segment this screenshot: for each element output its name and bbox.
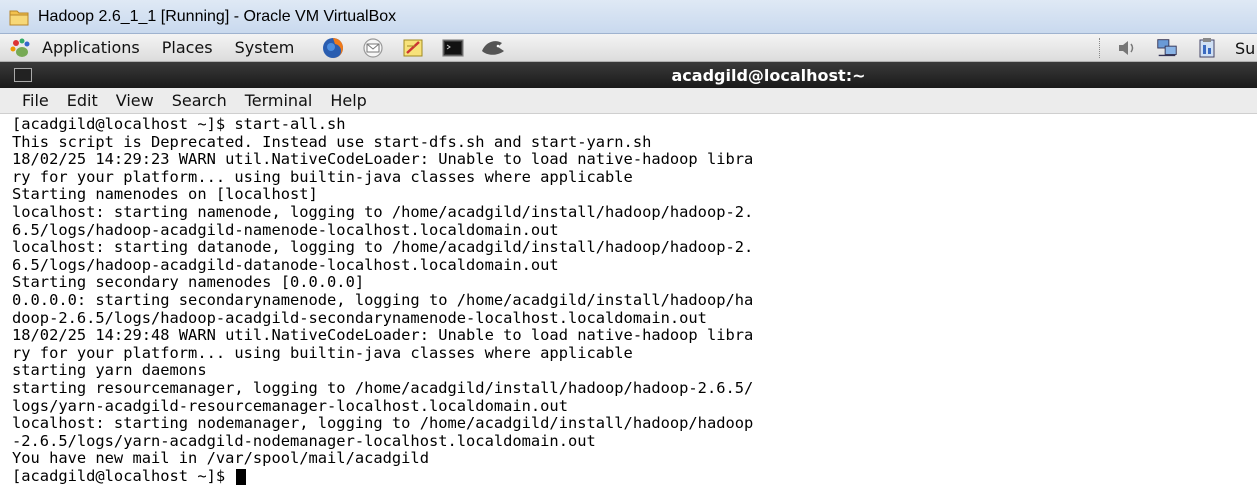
network-icon[interactable] bbox=[1155, 37, 1179, 59]
terminal-cursor bbox=[236, 468, 247, 485]
terminal-line: ry for your platform... using builtin-ja… bbox=[12, 343, 633, 362]
text-editor-icon[interactable] bbox=[400, 36, 426, 60]
terminal-line: localhost: starting datanode, logging to… bbox=[12, 238, 754, 257]
fish-icon[interactable] bbox=[480, 36, 506, 60]
terminal-line: doop-2.6.5/logs/hadoop-acadgild-secondar… bbox=[12, 308, 707, 327]
terminal-icon[interactable] bbox=[440, 36, 466, 60]
terminal-line: [acadgild@localhost ~]$ start-all.sh bbox=[12, 115, 346, 133]
terminal-prompt: [acadgild@localhost ~]$ bbox=[12, 466, 235, 485]
menu-terminal[interactable]: Terminal bbox=[245, 91, 313, 110]
vbox-window-titlebar[interactable]: Hadoop 2.6_1_1 [Running] - Oracle VM Vir… bbox=[0, 0, 1257, 34]
vbox-window-title: Hadoop 2.6_1_1 [Running] - Oracle VM Vir… bbox=[38, 7, 397, 25]
panel-launchers bbox=[320, 36, 520, 60]
panel-menu: Applications Places System bbox=[8, 34, 316, 62]
terminal-line: -2.6.5/logs/yarn-acadgild-nodemanager-lo… bbox=[12, 431, 596, 450]
clipboard-icon[interactable] bbox=[1195, 37, 1219, 59]
terminal-prompt-line[interactable]: [acadgild@localhost ~]$ bbox=[12, 466, 1257, 486]
terminal-line: This script is Deprecated. Instead use s… bbox=[12, 132, 652, 151]
gnome-top-panel: Applications Places System Su bbox=[0, 34, 1257, 62]
panel-clock[interactable]: Su bbox=[1235, 39, 1257, 58]
terminal-line: Starting namenodes on [localhost] bbox=[12, 185, 318, 204]
terminal-menubar: File Edit View Search Terminal Help bbox=[0, 88, 1257, 114]
system-tray: Su bbox=[1099, 34, 1257, 62]
terminal-line: 18/02/25 14:29:48 WARN util.NativeCodeLo… bbox=[12, 326, 754, 345]
terminal-titlebar[interactable]: acadgild@localhost:~ bbox=[0, 62, 1257, 88]
terminal-line: 18/02/25 14:29:23 WARN util.NativeCodeLo… bbox=[12, 150, 754, 169]
folder-icon bbox=[9, 10, 29, 25]
terminal-line: ry for your platform... using builtin-ja… bbox=[12, 167, 633, 186]
terminal-line: You have new mail in /var/spool/mail/aca… bbox=[12, 449, 429, 468]
terminal-line: 6.5/logs/hadoop-acadgild-datanode-localh… bbox=[12, 255, 559, 274]
terminal-line: starting yarn daemons bbox=[12, 361, 207, 380]
terminal-line: starting resourcemanager, logging to /ho… bbox=[12, 378, 754, 397]
terminal-title: acadgild@localhost:~ bbox=[671, 65, 866, 85]
menu-system[interactable]: System bbox=[235, 38, 295, 57]
menu-applications[interactable]: Applications bbox=[42, 38, 140, 57]
terminal-line: Starting secondary namenodes [0.0.0.0] bbox=[12, 273, 365, 292]
menu-edit[interactable]: Edit bbox=[67, 91, 98, 110]
terminal-line: 0.0.0.0: starting secondarynamenode, log… bbox=[12, 290, 754, 309]
terminal-line: 6.5/logs/hadoop-acadgild-namenode-localh… bbox=[12, 220, 559, 239]
menu-help[interactable]: Help bbox=[330, 91, 366, 110]
terminal-line: localhost: starting namenode, logging to… bbox=[12, 202, 754, 221]
menu-file[interactable]: File bbox=[22, 91, 49, 110]
firefox-icon[interactable] bbox=[320, 36, 346, 60]
terminal-output[interactable]: [acadgild@localhost ~]$ start-all.sh Thi… bbox=[0, 114, 1257, 490]
applications-foot-icon bbox=[10, 38, 30, 57]
volume-icon[interactable] bbox=[1115, 37, 1139, 59]
menu-view[interactable]: View bbox=[116, 91, 154, 110]
terminal-line: localhost: starting nodemanager, logging… bbox=[12, 414, 754, 433]
tray-separator bbox=[1099, 38, 1101, 58]
mail-icon[interactable] bbox=[360, 36, 386, 60]
menu-places[interactable]: Places bbox=[162, 38, 213, 57]
menu-search[interactable]: Search bbox=[172, 91, 227, 110]
terminal-line: logs/yarn-acadgild-resourcemanager-local… bbox=[12, 396, 568, 415]
